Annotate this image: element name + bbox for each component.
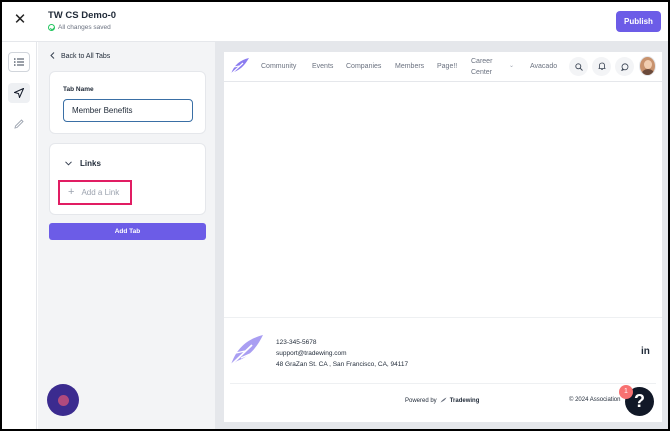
footer-address: 48 GraZan St. CA , San Francisco, CA, 94… <box>276 361 409 368</box>
powered-by-label: Powered by <box>405 398 437 404</box>
notification-badge: 1 <box>619 385 633 399</box>
close-icon[interactable]: ✕ <box>13 12 27 27</box>
footer-leaf-logo-icon <box>230 334 264 371</box>
chat-launcher-button[interactable] <box>47 384 79 416</box>
nav-events[interactable]: Events <box>312 63 333 70</box>
site-footer: 123-345-5678 support@tradewing.com 48 Gr… <box>224 317 662 422</box>
navigation-icon[interactable] <box>8 83 30 103</box>
tradewing-logo-icon <box>440 397 447 405</box>
save-status-text: All changes saved <box>58 24 111 31</box>
tradewing-brand: Tradewing <box>449 398 480 404</box>
chevron-left-icon <box>50 52 55 61</box>
chevron-down-icon <box>65 159 72 168</box>
linkedin-icon[interactable]: in <box>641 346 650 357</box>
publish-button[interactable]: Publish <box>616 11 661 32</box>
plus-icon: + <box>68 186 75 198</box>
add-link-button[interactable]: + Add a Link <box>58 180 132 205</box>
back-link-label: Back to All Tabs <box>61 53 111 60</box>
tab-name-input[interactable] <box>63 99 193 122</box>
copyright-text: © 2024 Association <box>569 397 621 403</box>
footer-contact: 123-345-5678 support@tradewing.com 48 Gr… <box>276 337 408 370</box>
bell-icon[interactable] <box>592 57 611 76</box>
site-preview: Community Events Companies Members Page!… <box>224 52 662 422</box>
nav-members[interactable]: Members <box>395 63 424 70</box>
footer-phone: 123-345-5678 <box>276 339 317 346</box>
top-bar: ✕ TW CS Demo-0 All changes saved Publish <box>2 2 668 42</box>
links-toggle[interactable]: Links <box>65 159 101 168</box>
nav-career-center[interactable]: Career Center <box>471 56 501 78</box>
leaf-logo-icon[interactable] <box>230 57 250 80</box>
check-circle-icon <box>48 24 55 31</box>
site-title: TW CS Demo-0 <box>48 10 117 21</box>
nav-career-center-label: Career Center <box>471 58 493 76</box>
powered-by: Powered by Tradewing <box>405 397 479 405</box>
left-rail <box>2 42 37 429</box>
footer-email[interactable]: support@tradewing.com <box>276 348 408 359</box>
search-icon[interactable] <box>569 57 588 76</box>
tab-name-card: Tab Name <box>49 71 206 134</box>
links-card: Links + Add a Link <box>49 143 206 215</box>
chat-icon[interactable] <box>615 57 634 76</box>
chevron-down-icon[interactable]: ⌄ <box>509 62 514 69</box>
add-link-label: Add a Link <box>81 188 120 197</box>
nav-companies[interactable]: Companies <box>346 63 381 70</box>
footer-divider <box>230 383 656 384</box>
back-to-tabs-link[interactable]: Back to All Tabs <box>50 52 110 61</box>
list-icon[interactable] <box>8 52 30 72</box>
nav-page[interactable]: Page!! <box>437 63 457 70</box>
tab-name-label: Tab Name <box>63 86 94 93</box>
app-window: ✕ TW CS Demo-0 All changes saved Publish… <box>2 2 668 429</box>
save-status: All changes saved <box>48 24 111 31</box>
avatar[interactable] <box>639 56 656 76</box>
site-header: Community Events Companies Members Page!… <box>224 52 662 82</box>
links-header-label: Links <box>80 159 101 168</box>
chat-launcher-icon <box>57 394 69 406</box>
nav-community[interactable]: Community <box>261 63 296 70</box>
add-tab-button[interactable]: Add Tab <box>49 223 206 240</box>
nav-avacado[interactable]: Avacado <box>530 63 557 70</box>
editor-panel: Back to All Tabs Tab Name Links + Add a … <box>38 42 215 429</box>
pencil-icon[interactable] <box>8 114 30 134</box>
